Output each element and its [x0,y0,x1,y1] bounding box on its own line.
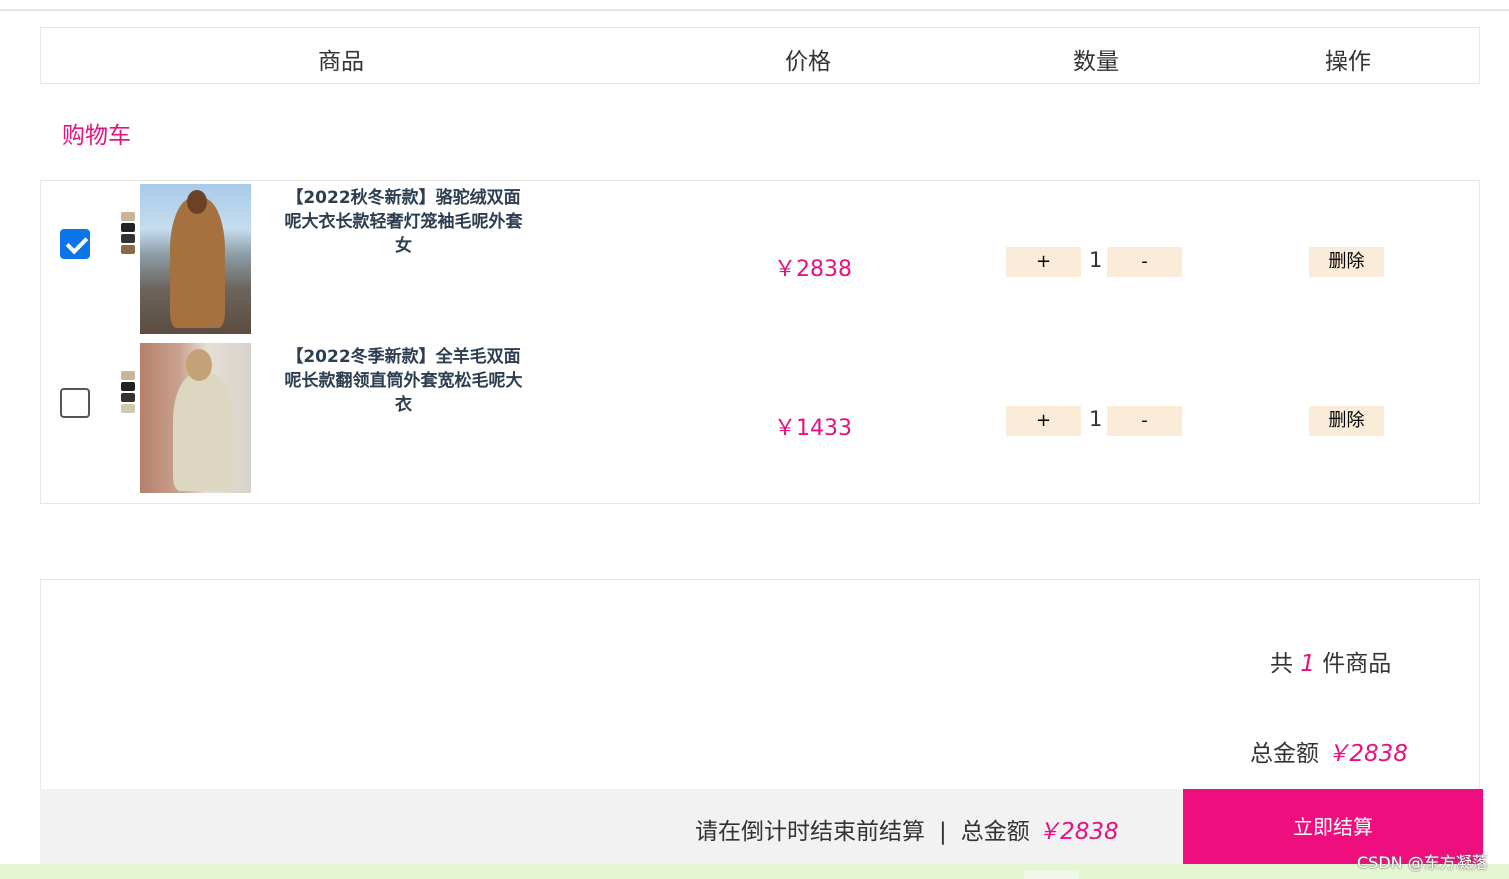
cart-item-row: 【2022秋冬新款】骆驼绒双面呢大衣长款轻奢灯笼袖毛呢外套女 ￥2838 + 1… [41,184,1479,334]
countdown-text: 请在倒计时结束前结算 [695,819,925,845]
footer-total-value: ￥2838 [1037,819,1119,845]
product-price: ￥2838 [774,257,852,282]
count-prefix: 共 [1270,651,1293,677]
product-image [120,343,252,493]
quantity-value: 1 [1089,407,1103,431]
increase-button[interactable]: + [1006,247,1081,277]
cart-item-list: 【2022秋冬新款】骆驼绒双面呢大衣长款轻奢灯笼袖毛呢外套女 ￥2838 + 1… [40,180,1480,504]
delete-button[interactable]: 删除 [1309,247,1384,277]
item-count: 共 1 件商品 [1270,644,1391,678]
watermark: CSDN @东方凝落 [1357,853,1488,872]
order-summary: 共 1 件商品 总金额 ￥2838 [40,579,1480,803]
separator: | [939,819,947,845]
badge-strip [120,210,136,270]
decrease-button[interactable]: - [1107,406,1182,436]
decrease-button[interactable]: - [1107,247,1182,277]
status-bar-tab [1024,871,1079,879]
header-quantity: 数量 [1073,49,1119,75]
header-action: 操作 [1325,49,1371,75]
checkout-bar: 请在倒计时结束前结算 | 总金额 ￥2838 立即结算 [40,789,1483,869]
product-photo [140,343,251,493]
browser-status-bar [0,864,1509,879]
footer-total-label: 总金额 [960,819,1030,845]
product-photo [140,184,251,334]
checkout-info: 请在倒计时结束前结算 | 总金额 ￥2838 [695,812,1119,846]
header-product: 商品 [318,49,364,75]
product-name[interactable]: 【2022秋冬新款】骆驼绒双面呢大衣长款轻奢灯笼袖毛呢外套女 [281,186,526,258]
table-header: 商品 价格 数量 操作 [40,27,1480,84]
delete-button[interactable]: 删除 [1309,406,1384,436]
cart-item-row: 【2022冬季新款】全羊毛双面呢长款翻领直筒外套宽松毛呢大衣 ￥1433 + 1… [41,343,1479,493]
count-value: 1 [1300,651,1315,677]
total-value: ￥2838 [1326,741,1408,767]
product-image [120,184,252,334]
count-suffix: 件商品 [1322,651,1392,677]
product-price: ￥1433 [774,416,852,441]
increase-button[interactable]: + [1006,406,1081,436]
quantity-value: 1 [1089,248,1103,272]
item-checkbox[interactable] [60,388,90,418]
top-divider [0,9,1509,11]
header-price: 价格 [785,49,831,75]
total-amount: 总金额 ￥2838 [1250,734,1408,768]
item-checkbox[interactable] [60,229,90,259]
cart-title: 购物车 [62,123,131,149]
product-name[interactable]: 【2022冬季新款】全羊毛双面呢长款翻领直筒外套宽松毛呢大衣 [281,345,526,417]
total-label: 总金额 [1250,741,1319,767]
badge-strip [120,369,136,429]
